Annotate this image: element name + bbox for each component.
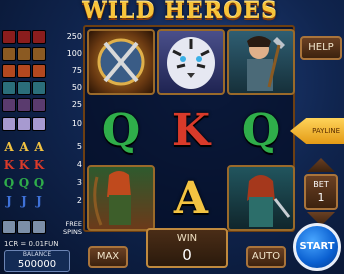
payout-value: 5 [76,142,82,151]
reel-letter: A [157,165,225,231]
reel-letter: K [157,97,225,163]
reel-letter: Q [87,97,155,163]
letter-q: Q [33,176,45,190]
bet-control: BET 1 [304,158,338,226]
paytable-row: 75 [2,64,82,80]
tiger-icon [157,29,225,95]
bet-label: BET [313,180,329,189]
payout-value: 25 [71,100,82,109]
reel-letter: Q [227,97,295,163]
letter-a-icons: A A A [2,140,47,156]
bet-increase-icon[interactable] [307,158,335,172]
paytable-row: Q Q Q 3 [2,176,82,192]
autoplay-button[interactable]: AUTO [246,246,286,268]
win-label: WIN [176,233,198,244]
reel-letter-k: K [171,104,211,156]
credit-rate: 1CR = 0.01FUN [4,240,59,248]
max-bet-button[interactable]: MAX [88,246,128,268]
payout-value: 250 [66,32,82,41]
letter-k: K [33,158,45,172]
letter-a: A [19,140,29,154]
warrior-icon [2,98,47,114]
payout-value: 75 [71,66,82,75]
paytable-row: J J J 2 [2,194,82,210]
paytable-row: 250 [2,30,82,46]
balance-display: BALANCE 500000 [4,250,70,272]
shield-icon [87,29,155,95]
archer-icon [87,165,155,231]
wild-logo-icon [2,30,47,46]
bet-value: 1 [317,191,325,204]
bet-display: BET 1 [304,174,338,210]
paytable-row: FREE SPINS [2,220,82,236]
help-button[interactable]: HELP [300,36,342,60]
letter-j: J [21,194,27,208]
letter-a: A [34,140,44,154]
paytable-row: A A A 5 [2,140,82,156]
payout-value: 3 [76,178,82,187]
heroine-icon [227,165,295,231]
letter-k-icons: K K K [2,158,47,174]
paytable-row: 25 [2,98,82,114]
reel-grid: Q K A Q [83,25,295,232]
win-value: 0 [182,246,192,264]
payout-value: 4 [76,160,82,169]
shield-icon [2,47,47,63]
letter-j: J [6,194,12,208]
letter-q: Q [18,176,30,190]
heroine-icon [2,81,47,97]
payout-value: 10 [71,119,82,128]
letter-q-icons: Q Q Q [2,176,47,192]
warrior-icon [227,29,295,95]
paytable-row: 10 [2,117,82,133]
start-spin-button[interactable]: START [293,223,341,271]
reel-letter-q: Q [101,104,141,156]
win-display: WIN 0 [146,228,228,268]
payout-value: 100 [66,49,82,58]
letter-k: K [18,158,30,172]
letter-k: K [3,158,15,172]
payout-value: 50 [71,83,82,92]
balance-value: 500000 [17,259,57,270]
payout-value: 2 [76,196,82,205]
reel-letter-q: Q [241,104,281,156]
letter-j: J [36,194,42,208]
free-spins-label: FREE SPINS [63,220,82,236]
scatter-icon [2,220,47,236]
paytable-row: K K K 4 [2,158,82,174]
letter-j-icons: J J J [2,194,47,210]
letter-q: Q [3,176,15,190]
tiger-icon [2,117,47,133]
archer-icon [2,64,47,80]
letter-a: A [4,140,14,154]
paytable-row: 50 [2,81,82,97]
paylines-label: PAYLINE [312,127,340,135]
balance-label: BALANCE [22,251,52,258]
reel-letter-a: A [173,172,209,224]
paytable: 250 100 75 50 25 10 A A A 5 K K K 4 Q Q … [2,30,82,236]
game-title: WILD HEROES [82,0,278,24]
paytable-row: 100 [2,47,82,63]
